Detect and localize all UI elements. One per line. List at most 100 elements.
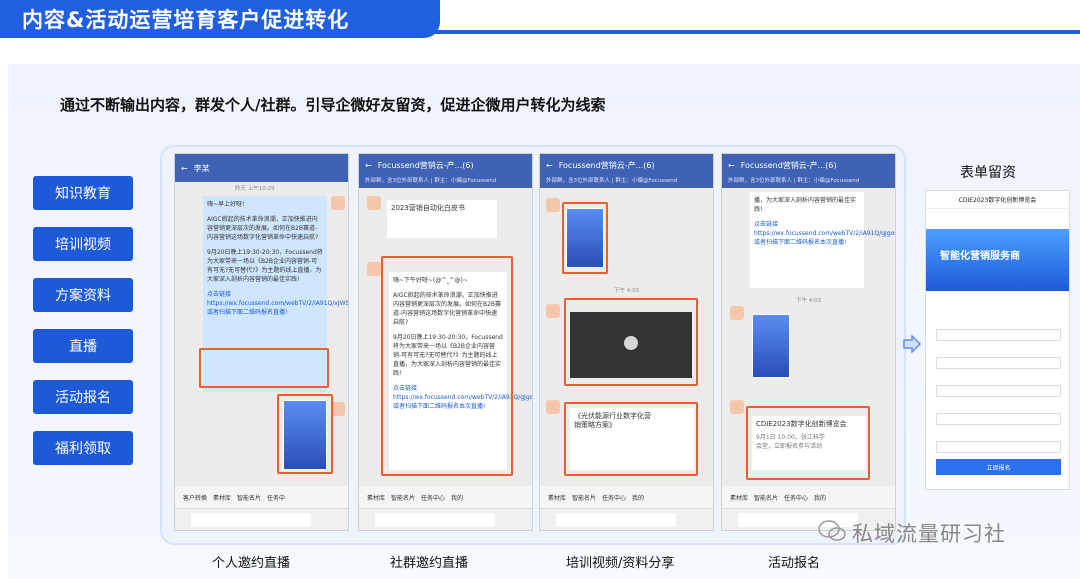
- toolbar-item[interactable]: 素材库: [730, 493, 748, 502]
- toolbar-item[interactable]: 素材库: [213, 493, 231, 502]
- company-field[interactable]: [936, 385, 1061, 397]
- caption-group-invite: 社群邀约直播: [390, 556, 469, 571]
- avatar: [367, 196, 381, 210]
- form-page-title: CDIE2023数字化创新博览会: [926, 191, 1069, 209]
- highlight-doc: [564, 402, 698, 476]
- chat-subheader: 外部群，含3位外部联系人 | 群主：小编@Focussend: [722, 176, 895, 188]
- phone-personal-invite: ← 李某 昨天 上午10:29 嗨~早上好呀! AIGC掀起的技术革命浪潮，正加…: [174, 153, 349, 531]
- caption-personal-invite: 个人邀约直播: [212, 556, 291, 571]
- message-timestamp: 昨天 上午10:29: [235, 186, 275, 192]
- position-field[interactable]: [936, 413, 1061, 425]
- avatar: [730, 306, 744, 320]
- toolbar-item[interactable]: 任务中: [267, 493, 285, 502]
- highlight-message: [381, 256, 513, 476]
- chat-body: 2023营销自动化白皮书 嗨~下午好呀~(@^_^@)~ AIGC掀起的技术革命…: [359, 188, 532, 486]
- message-body: AIGC掀起的技术革命浪潮，正加快推进内容营销更深层次的发展。如何在B2B赛道-…: [207, 216, 319, 241]
- page-title: 内容&活动运营培育客户促进转化: [22, 8, 350, 32]
- avatar: [546, 400, 560, 414]
- toolbar-item[interactable]: 任务中心: [421, 493, 445, 502]
- chat-title: 李某: [193, 163, 210, 173]
- chat-subheader: 外部群，含3位外部联系人 | 群主：小编@Focussend: [359, 176, 532, 188]
- toolbar-item[interactable]: 智能名片: [754, 493, 778, 502]
- category-training-video[interactable]: 培训视频: [33, 227, 133, 261]
- message-timestamp: 下午 4:03: [796, 298, 822, 304]
- chat-body: 昨天 上午10:29 嗨~早上好呀! AIGC掀起的技术革命浪潮，正加快推进内容…: [175, 182, 348, 486]
- caption-training-share: 培训视频/资料分享: [566, 556, 675, 571]
- chat-title: Focussend营销云-产...(6): [740, 160, 837, 170]
- message-bubble: 播，为大家深入剖析内容营销的最佳实践! 点击链接https://wx.focus…: [750, 192, 895, 288]
- banner-title: 智能化营销服务商: [940, 251, 1020, 262]
- avatar: [331, 196, 345, 210]
- toolbar-item[interactable]: 素材库: [367, 493, 385, 502]
- chat-input[interactable]: [375, 513, 495, 527]
- chat-title: Focussend营销云-产...(6): [377, 160, 474, 170]
- lead-form: CDIE2023数字化创新博览会 智能化营销服务商 立即报名: [925, 190, 1070, 490]
- avatar: [331, 402, 345, 416]
- submit-button[interactable]: 立即报名: [936, 459, 1061, 475]
- form-section-title: 表单留资: [960, 165, 1016, 181]
- message-event: 9月20日晚上19:30-20:30，Focussend将为大家带来一场以《B2…: [207, 249, 323, 283]
- category-solution-docs[interactable]: 方案资料: [33, 278, 133, 312]
- message-timestamp: 下午 4:03: [614, 288, 640, 294]
- chat-header: ← Focussend营销云-产...(6): [540, 154, 713, 176]
- phone-field[interactable]: [936, 357, 1061, 369]
- back-icon[interactable]: ←: [546, 161, 553, 170]
- avatar: [730, 400, 744, 414]
- message-link[interactable]: 点击链接https://wx.focussend.com/webTV/2/iA9…: [754, 220, 895, 247]
- back-icon[interactable]: ←: [728, 161, 735, 170]
- name-field[interactable]: [936, 329, 1061, 341]
- email-field[interactable]: [936, 441, 1061, 453]
- category-knowledge-education[interactable]: 知识教育: [33, 176, 133, 210]
- highlight-video: [564, 298, 698, 386]
- chat-input-bar: [540, 508, 713, 530]
- category-live-stream[interactable]: 直播: [33, 329, 133, 363]
- toolbar-item[interactable]: 素材库: [548, 493, 566, 502]
- phone-event-signup: ← Focussend营销云-产...(6) 外部群，含3位外部联系人 | 群主…: [721, 153, 896, 531]
- back-icon[interactable]: ←: [365, 161, 372, 170]
- whitepaper-card[interactable]: 2023营销自动化白皮书: [387, 200, 497, 238]
- chat-toolbar: 客户转换 素材库 智能名片 任务中: [175, 486, 348, 508]
- toolbar-item[interactable]: 智能名片: [572, 493, 596, 502]
- chat-header: ← Focussend营销云-产...(6): [722, 154, 895, 176]
- phone-group-invite: ← Focussend营销云-产...(6) 外部群，含3位外部联系人 | 群主…: [358, 153, 533, 531]
- page-subtitle: 通过不断输出内容，群发个人/社群。引导企微好友留资，促进企微用户转化为线索: [60, 96, 606, 114]
- chat-input[interactable]: [556, 513, 676, 527]
- card-title: 2023营销自动化白皮书: [391, 204, 465, 212]
- chat-body: 播，为大家深入剖析内容营销的最佳实践! 点击链接https://wx.focus…: [722, 188, 895, 486]
- toolbar-item[interactable]: 我的: [451, 493, 463, 502]
- avatar: [546, 198, 560, 212]
- chat-toolbar: 素材库 智能名片 任务中心 我的: [540, 486, 713, 508]
- chat-input-bar: [359, 508, 532, 530]
- toolbar-item[interactable]: 我的: [632, 493, 644, 502]
- avatar: [546, 304, 560, 318]
- category-event-signup[interactable]: 活动报名: [33, 380, 133, 414]
- phone-training-share: ← Focussend营销云-产...(6) 外部群，含3位外部联系人 | 群主…: [539, 153, 714, 531]
- chat-input[interactable]: [191, 513, 311, 527]
- arrow-right-icon: [903, 335, 922, 353]
- form-banner: 智能化营销服务商: [926, 229, 1069, 291]
- chat-header: ← Focussend营销云-产...(6): [359, 154, 532, 176]
- toolbar-item[interactable]: 智能名片: [237, 493, 261, 502]
- message-greeting: 嗨~早上好呀!: [207, 201, 245, 208]
- highlight-event: [746, 406, 870, 480]
- highlight-link: [199, 348, 329, 388]
- category-benefit-claim[interactable]: 福利领取: [33, 431, 133, 465]
- toolbar-item[interactable]: 智能名片: [391, 493, 415, 502]
- message-link[interactable]: 点击链接https://wx.focussend.com/webTV/2/iA9…: [207, 290, 348, 317]
- toolbar-item[interactable]: 任务中心: [784, 493, 808, 502]
- chat-input-bar: [175, 508, 348, 530]
- toolbar-item[interactable]: 我的: [814, 493, 826, 502]
- chat-body: 下午 4:03 《光伏能源行业数字化营销策略方案》: [540, 188, 713, 486]
- watermark-text: 私域流量研习社: [852, 522, 1006, 546]
- toolbar-item[interactable]: 任务中心: [602, 493, 626, 502]
- back-icon[interactable]: ←: [181, 164, 188, 173]
- chat-toolbar: 素材库 智能名片 任务中心 我的: [359, 486, 532, 508]
- chat-title: Focussend营销云-产...(6): [558, 160, 655, 170]
- wechat-icon: [818, 520, 846, 541]
- avatar: [367, 262, 381, 276]
- poster-thumbnail[interactable]: [752, 314, 790, 378]
- chat-toolbar: 素材库 智能名片 任务中心 我的: [722, 486, 895, 508]
- highlight-poster: [277, 394, 333, 474]
- title-bar: 内容&活动运营培育客户促进转化: [0, 0, 1080, 38]
- toolbar-item[interactable]: 客户转换: [183, 493, 207, 502]
